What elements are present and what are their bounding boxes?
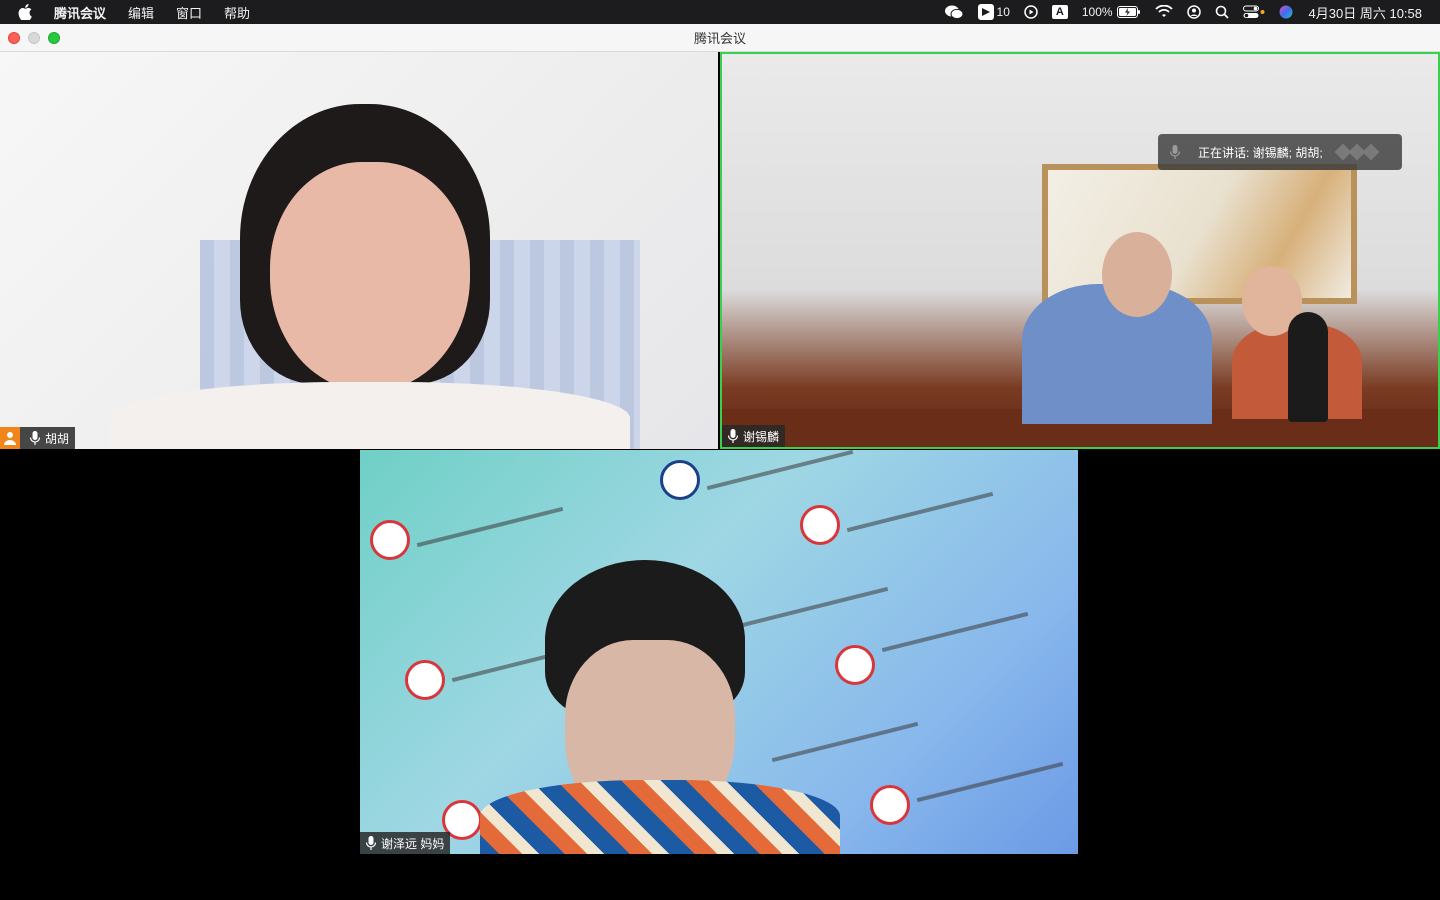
minimize-button[interactable] [28,32,40,44]
window-controls [8,32,60,44]
clock[interactable]: 4月30日 周六 10:58 [1309,3,1422,22]
background-banner-text [741,586,889,628]
participant-name-tag: 谢泽远 妈妈 [360,832,451,854]
background-banner-text [416,506,564,548]
background-logo [660,460,700,500]
menu-app-name[interactable]: 腾讯会议 [54,3,106,22]
microphone-icon [1170,145,1180,159]
menu-bar: 腾讯会议 编辑 窗口 帮助 10 A 100% 4月30日 周六 10:58 [0,0,1440,24]
participant-name-tag: 谢锡麟 [722,425,786,447]
window-title-bar: 腾讯会议 [0,24,1440,52]
participant-body [110,382,630,449]
notification-count: 10 [996,5,1010,19]
siri-icon[interactable] [1279,5,1293,19]
wechat-icon[interactable] [944,4,964,20]
background-banner-text [881,611,1029,653]
video-tile-participant-2[interactable]: 正在讲话: 谢锡麟; 胡胡; 谢锡麟 [720,52,1440,449]
microphone-icon [366,836,376,850]
battery-percent: 100% [1081,5,1113,19]
background-logo [800,505,840,545]
speaking-avatars-icon [1334,143,1380,161]
speaking-label: 正在讲话: 谢锡麟; 胡胡; [1198,145,1323,160]
participant-name: 胡胡 [45,431,70,446]
participant-face [270,162,470,392]
participant-name-tag: 胡胡 [0,427,76,449]
background-logo [870,785,910,825]
background-logo [370,520,410,560]
wifi-icon[interactable] [1154,5,1173,19]
apple-icon[interactable] [18,4,34,20]
battery-icon [1116,6,1140,18]
background-banner-text [706,450,854,491]
play-icon[interactable] [1024,5,1038,19]
input-method-icon[interactable]: A [1051,5,1068,19]
menu-edit[interactable]: 编辑 [128,3,154,22]
user-account-icon[interactable] [1186,5,1201,19]
notification-app-icon[interactable]: 10 [977,4,1010,20]
participant-face [1102,232,1172,317]
window-title: 腾讯会议 [693,31,746,46]
fullscreen-button[interactable] [48,32,60,44]
podcast-microphone [1288,312,1328,422]
close-button[interactable] [8,32,20,44]
video-grid: 胡胡 正在讲话: 谢锡麟; 胡胡; 谢锡麟 谢泽远 妈妈 [0,52,1440,900]
menu-help[interactable]: 帮助 [224,3,250,22]
search-icon[interactable] [1215,5,1229,19]
battery-indicator[interactable]: 100% [1082,5,1141,19]
participant-body [480,780,840,854]
background-logo [835,645,875,685]
background-painting [1042,164,1357,304]
menu-window[interactable]: 窗口 [176,3,202,22]
background-logo [405,660,445,700]
host-icon [0,427,20,449]
background-banner-text [771,721,919,763]
video-tile-participant-3[interactable]: 谢泽远 妈妈 [360,450,1078,854]
microphone-icon [30,431,40,445]
input-method-label: A [1051,5,1068,19]
video-tile-participant-1[interactable]: 胡胡 [0,52,718,449]
speaking-indicator: 正在讲话: 谢锡麟; 胡胡; [1158,134,1402,170]
control-center-icon[interactable] [1242,5,1265,19]
participant-name: 谢泽远 妈妈 [381,836,445,851]
background-banner-text [916,761,1064,803]
participant-name: 谢锡麟 [743,429,780,444]
microphone-icon [728,429,738,443]
background-banner-text [846,491,994,533]
